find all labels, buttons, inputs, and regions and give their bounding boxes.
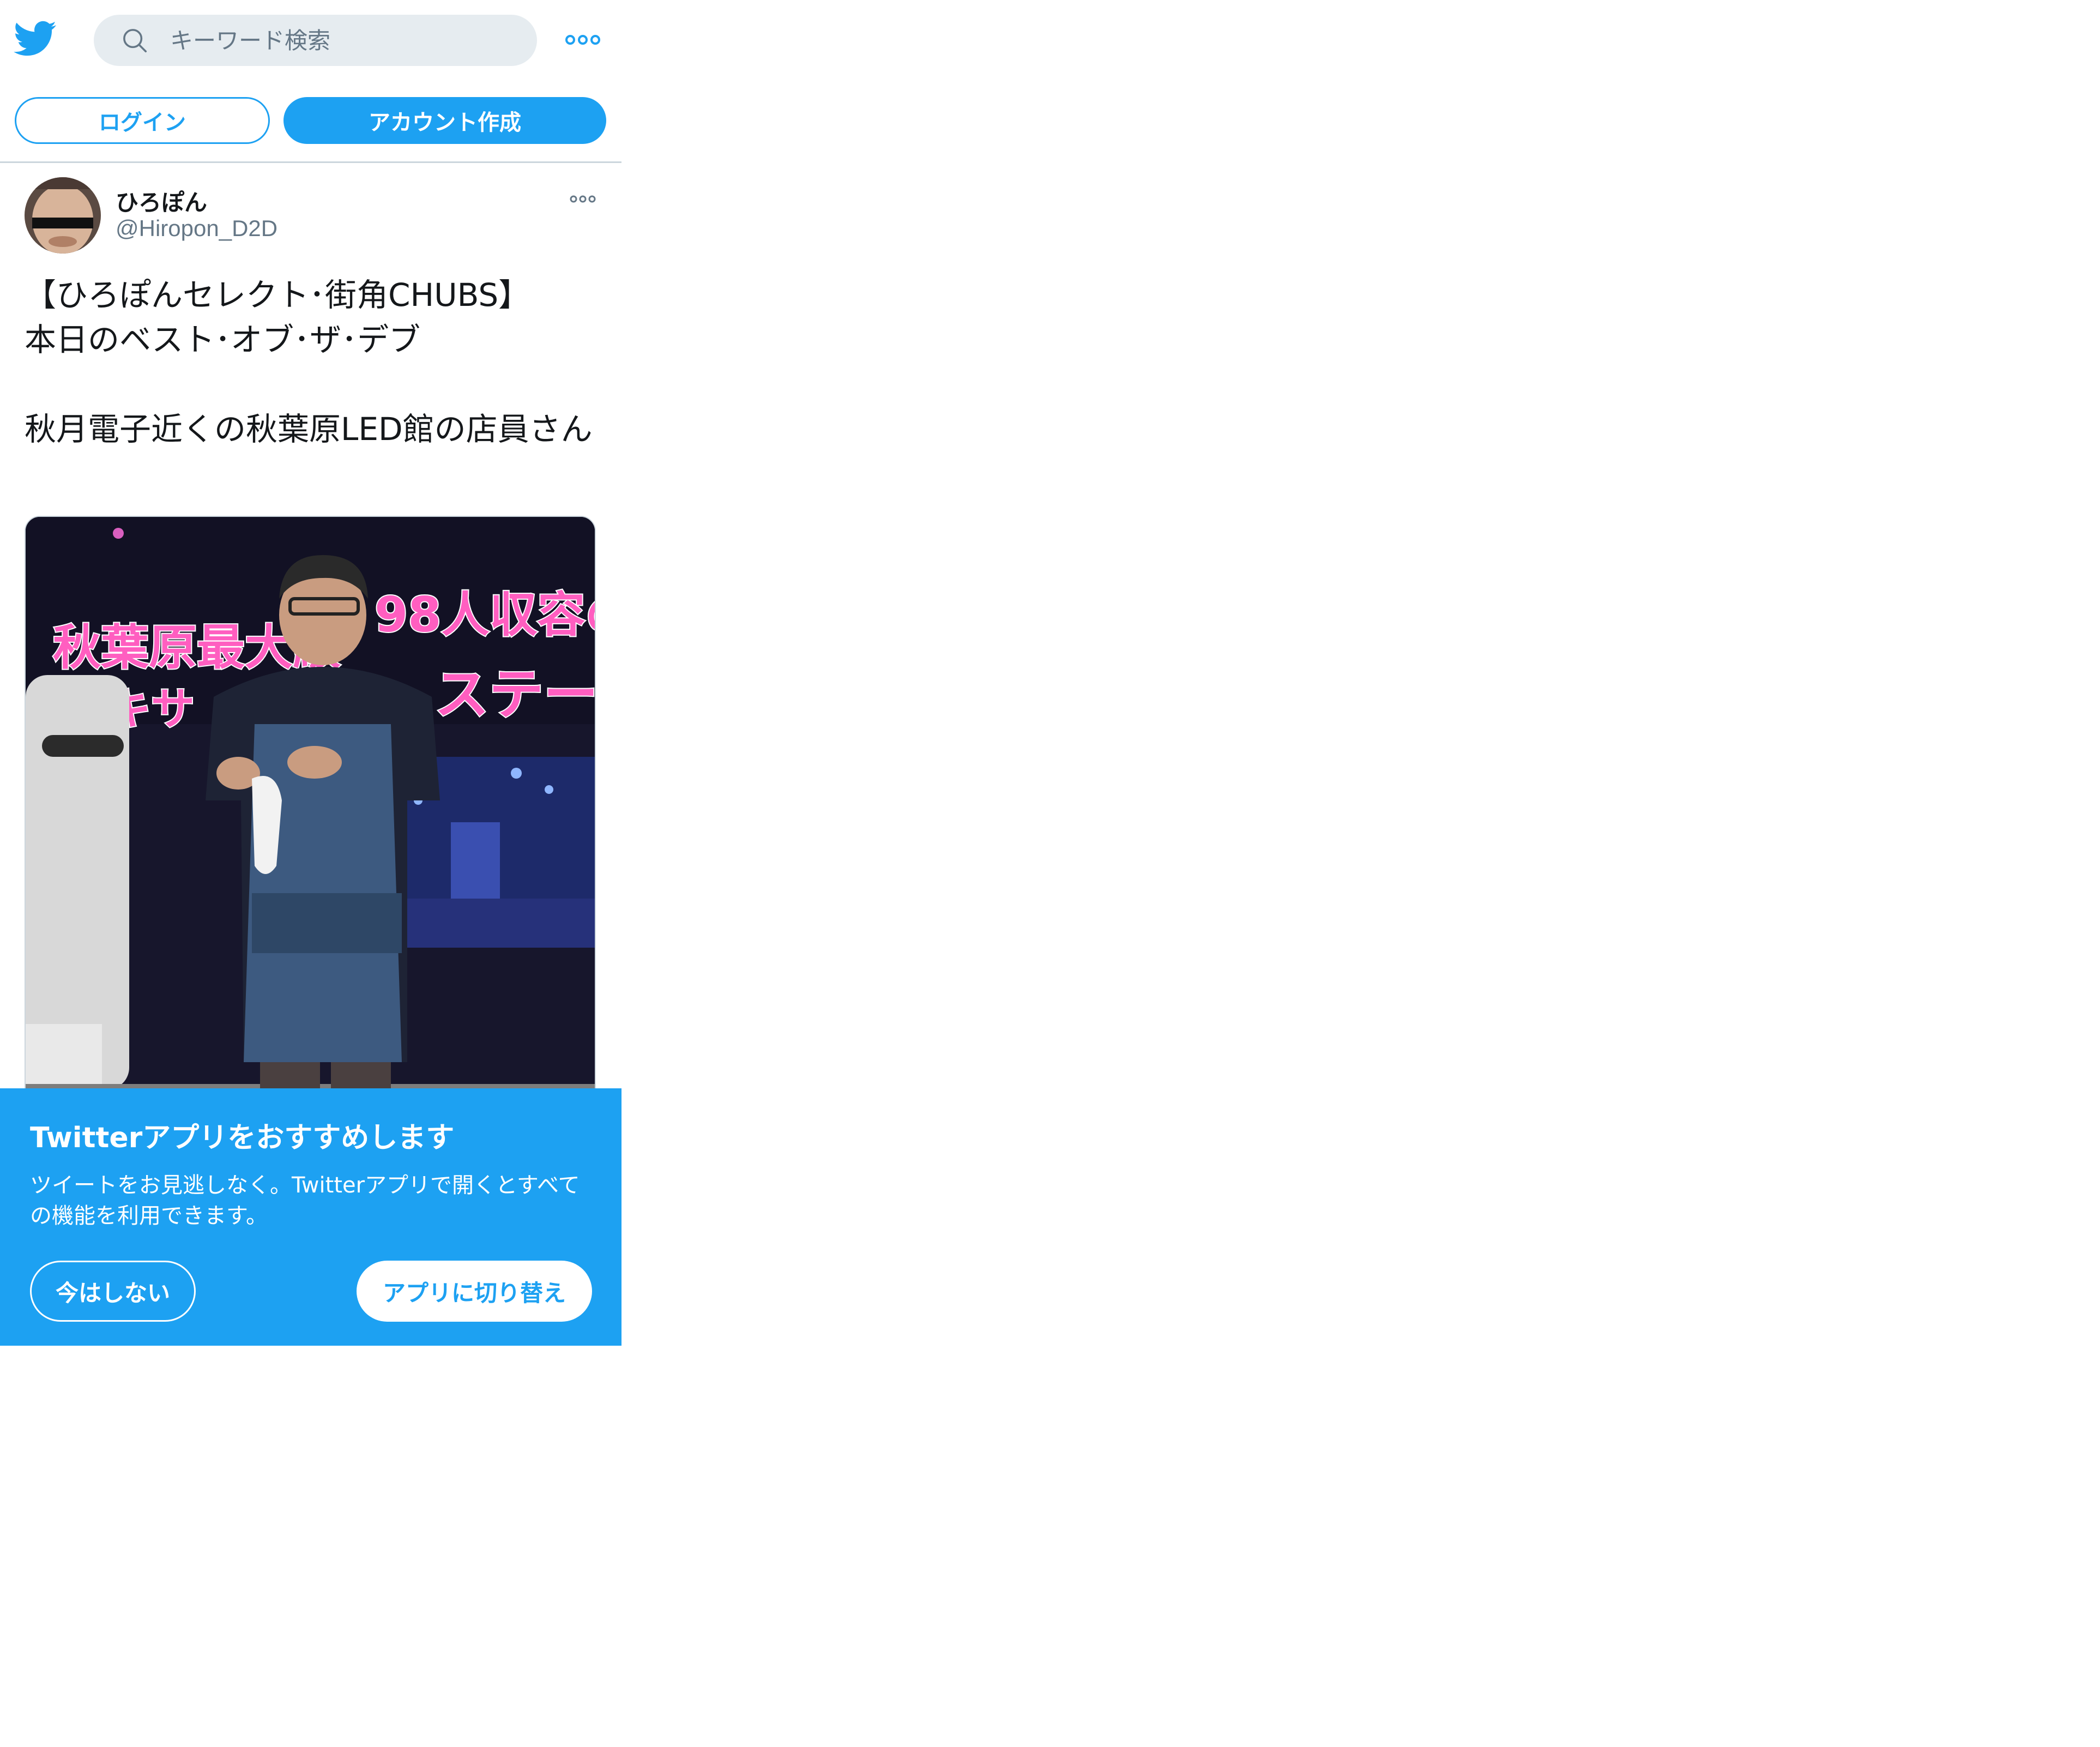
author-display-name[interactable]: ひろぽん — [116, 184, 207, 218]
signup-button[interactable]: アカウント作成 — [283, 97, 606, 144]
twitter-bird-icon[interactable] — [14, 21, 56, 57]
banner-title: Twitterアプリをおすすめします — [30, 1122, 455, 1154]
search-input[interactable] — [170, 15, 519, 66]
sign-text-2: 98人収容の — [375, 587, 596, 643]
author-handle[interactable]: @Hiropon_D2D — [116, 215, 277, 242]
banner-description: ツイートをお見逃しなく。Twitterアプリで開くとすべての機能を利用できます。 — [30, 1173, 580, 1228]
app-promo-banner: Twitterアプリをおすすめします ツイートをお見逃しなく。Twitterアプ… — [0, 1088, 621, 1346]
header-divider — [0, 161, 621, 163]
mobile-viewport: ログイン アカウント作成 ひろぽん @Hiropon_D2D 【ひろぽんセレクト… — [0, 0, 621, 1347]
tweet-text: 【ひろぽんセレクト･街角CHUBS】 本日のベスト･オブ･ザ･デブ 秋月電子近く… — [25, 276, 593, 448]
sign-text-4: ステー — [435, 662, 596, 726]
not-now-button[interactable]: 今はしない — [30, 1261, 196, 1322]
top-bar — [0, 0, 621, 82]
avatar-image — [25, 177, 101, 254]
login-button[interactable]: ログイン — [15, 97, 270, 144]
auth-buttons: ログイン アカウント作成 — [0, 97, 621, 144]
tweet-photo[interactable]: 秋葉原最大級 98人収容の エキサ ステー — [25, 516, 596, 1126]
switch-to-app-button[interactable]: アプリに切り替え — [357, 1261, 592, 1322]
search-bar[interactable] — [94, 15, 537, 66]
more-horizontal-icon[interactable] — [565, 32, 601, 48]
photo-store-clerk: 秋葉原最大級 98人収容の エキサ ステー — [26, 517, 596, 1125]
search-icon — [123, 29, 147, 53]
avatar[interactable] — [25, 177, 101, 254]
tweet-more-icon[interactable] — [569, 193, 596, 205]
